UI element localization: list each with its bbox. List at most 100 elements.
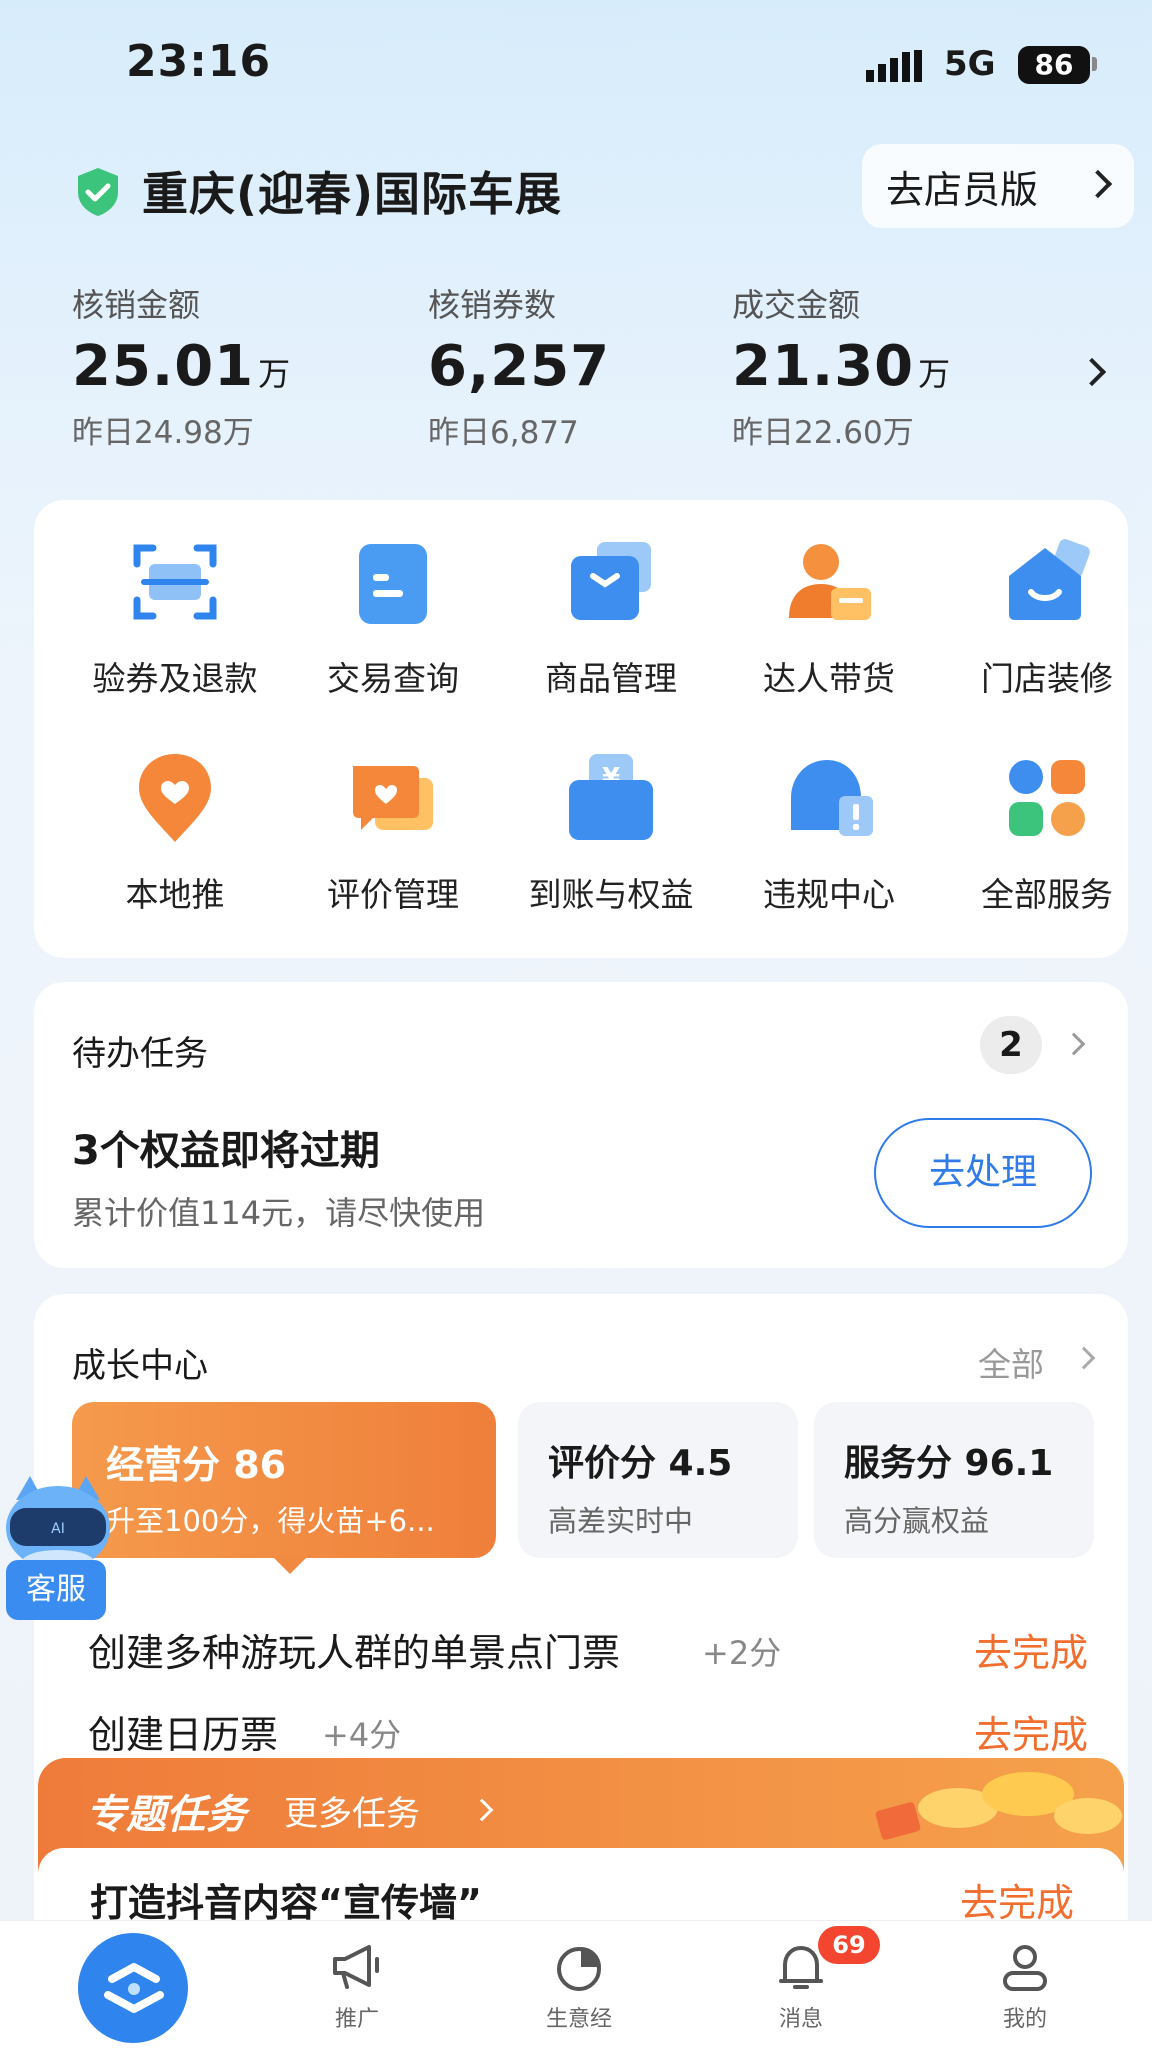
service-product-management[interactable]: 商品管理 — [502, 534, 720, 700]
service-payout-benefits[interactable]: ¥ 到账与权益 — [502, 750, 720, 916]
pie-chart-icon — [557, 1947, 601, 1991]
tab-label: 推广 — [334, 2007, 379, 2032]
todo-card: 待办任务 2 3个权益即将过期 累计价值114元，请尽快使用 去处理 — [34, 982, 1128, 1268]
growth-title: 成长中心 — [72, 1346, 208, 1386]
business-score-sub: 升至100分，得火苗+6... — [106, 1504, 435, 1538]
store-name[interactable]: 重庆(迎春)国际车展 — [142, 158, 562, 224]
more-tasks-link[interactable]: 更多任务 — [284, 1786, 420, 1835]
service-transaction-query[interactable]: 交易查询 — [284, 534, 502, 700]
service-review-management[interactable]: 评价管理 — [284, 750, 502, 916]
review-score-card[interactable]: 评价分 4.5 高差实时中 — [518, 1402, 798, 1558]
business-score-card[interactable]: 经营分 86 升至100分，得火苗+6... — [72, 1402, 496, 1574]
stat-label: 核销券数 — [428, 286, 557, 324]
todo-main-text: 3个权益即将过期 — [72, 1128, 380, 1174]
apps-icon — [1009, 760, 1085, 836]
tab-label: 我的 — [1002, 2007, 1047, 2032]
header: 重庆(迎春)国际车展 去店员版 — [0, 130, 1152, 260]
tab-profile[interactable]: 我的 — [950, 1921, 1100, 2048]
service-label: 评价管理 — [327, 875, 459, 914]
location-icon — [139, 754, 211, 842]
stat-redeem-amount: 核销金额 25.01 万 昨日24.98万 — [72, 280, 291, 452]
service-violation-center[interactable]: 违规中心 — [720, 750, 938, 916]
complete-task-button[interactable]: 去完成 — [974, 1622, 1088, 1677]
service-label: 本地推 — [125, 875, 225, 914]
stat-label: 成交金额 — [732, 286, 861, 324]
profile-icon — [1003, 1945, 1047, 1991]
task-points: +2分 — [702, 1634, 782, 1672]
customer-service-label[interactable]: 客服 — [6, 1560, 106, 1620]
stat-value: 6,257 — [428, 334, 611, 399]
staff-version-label: 去店员版 — [886, 167, 1039, 212]
alert-icon — [791, 760, 873, 836]
status-time: 23:16 — [126, 36, 272, 87]
box-icon — [571, 542, 651, 620]
task-text: 创建多种游玩人群的单景点门票 — [88, 1631, 621, 1675]
shield-icon — [78, 168, 118, 216]
wallet-icon: ¥ — [569, 754, 653, 840]
growth-task-row: 创建多种游玩人群的单景点门票 +2分 去完成 — [88, 1612, 1088, 1682]
signal-icon — [866, 50, 922, 82]
clipboard-icon — [359, 544, 427, 624]
service-score-card[interactable]: 服务分 96.1 高分赢权益 — [814, 1402, 1094, 1558]
review-score-sub: 高差实时中 — [548, 1504, 694, 1538]
bottom-tab-bar: 推广 生意经 消息 我的 — [0, 1920, 1152, 2048]
service-label: 验券及退款 — [92, 659, 258, 698]
stat-yesterday: 昨日6,877 — [428, 415, 579, 451]
battery-tip — [1092, 57, 1097, 71]
tab-label: 生意经 — [545, 2007, 612, 2032]
staff-version-button[interactable]: 去店员版 — [862, 144, 1134, 228]
stat-label: 核销金额 — [72, 286, 201, 324]
tab-promotion[interactable]: 推广 — [282, 1921, 432, 2048]
chevron-right-icon[interactable] — [1072, 1346, 1096, 1370]
business-score: 经营分 86 — [106, 1443, 287, 1487]
service-score-sub: 高分赢权益 — [844, 1504, 990, 1538]
stat-yesterday: 昨日24.98万 — [72, 415, 254, 451]
service-label: 达人带货 — [763, 659, 895, 698]
stat-redeem-count: 核销券数 6,257 昨日6,877 — [428, 280, 614, 452]
battery-indicator: 86 — [1018, 46, 1090, 84]
stat-deal-amount: 成交金额 21.30 万 昨日22.60万 — [732, 280, 951, 452]
review-icon — [353, 766, 433, 830]
shop-icon — [1009, 539, 1090, 620]
service-store-decoration[interactable]: 门店装修 — [938, 534, 1152, 700]
tab-business-guide[interactable]: 生意经 — [504, 1921, 654, 2048]
service-label: 全部服务 — [981, 875, 1113, 914]
stats-panel[interactable]: 核销金额 25.01 万 昨日24.98万 核销券数 6,257 昨日6,877 … — [0, 270, 1152, 470]
special-tasks-title: 专题任务 — [86, 1792, 246, 1838]
todo-title: 待办任务 — [72, 1034, 208, 1074]
todo-sub-text: 累计价值114元，请尽快使用 — [72, 1194, 486, 1232]
message-count-badge: 69 — [818, 1926, 880, 1964]
chevron-right-icon[interactable] — [1062, 1032, 1086, 1056]
task-points: +4分 — [322, 1716, 402, 1754]
tab-home[interactable] — [78, 1933, 188, 2043]
service-local-promotion[interactable]: 本地推 — [66, 750, 284, 916]
growth-task-row: 创建日历票 +4分 去完成 — [88, 1694, 1088, 1764]
service-score: 服务分 96.1 — [844, 1443, 1054, 1484]
services-grid: 验券及退款 交易查询 商品管理 达人带货 门店装修 本地推 评价管理 ¥ 到账与… — [34, 500, 1128, 958]
svg-text:AI: AI — [51, 1521, 65, 1537]
chevron-right-icon[interactable] — [470, 1798, 494, 1822]
service-label: 交易查询 — [327, 659, 459, 698]
stat-yesterday: 昨日22.60万 — [732, 415, 914, 451]
growth-all-link[interactable]: 全部 — [978, 1338, 1044, 1386]
network-type: 5G — [944, 44, 996, 84]
service-label: 违规中心 — [763, 875, 895, 914]
service-label: 商品管理 — [545, 659, 677, 698]
coins-decoration-icon — [875, 1772, 1122, 1840]
scan-icon — [133, 544, 217, 620]
service-influencer-sales[interactable]: 达人带货 — [720, 534, 938, 700]
influencer-icon — [789, 544, 871, 620]
complete-task-button[interactable]: 去完成 — [974, 1704, 1088, 1759]
tab-label: 消息 — [778, 2007, 823, 2032]
complete-task-button[interactable]: 去完成 — [960, 1872, 1074, 1927]
service-all-services[interactable]: 全部服务 — [938, 750, 1152, 916]
chevron-right-icon[interactable] — [1077, 357, 1107, 387]
home-icon — [104, 1963, 164, 2013]
service-verify-refund[interactable]: 验券及退款 — [66, 534, 284, 700]
task-text: 创建日历票 — [88, 1713, 279, 1757]
stat-value: 25.01 万 — [72, 334, 292, 399]
review-score: 评价分 4.5 — [548, 1443, 733, 1484]
special-task-text: 打造抖音内容“宣传墙” — [90, 1881, 482, 1925]
todo-count-badge[interactable]: 2 — [980, 1016, 1042, 1074]
handle-button[interactable]: 去处理 — [874, 1118, 1092, 1228]
